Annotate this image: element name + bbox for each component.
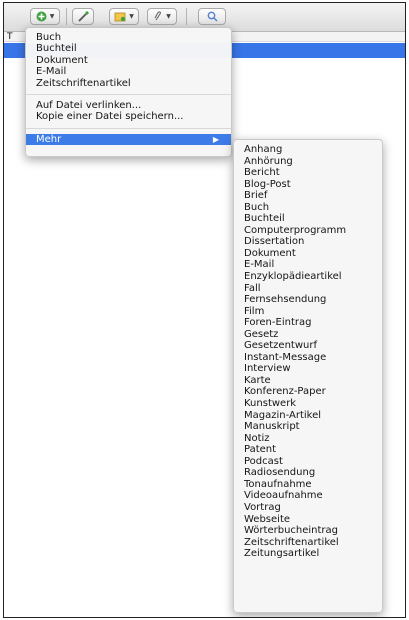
add-attachment-button[interactable]: ▼: [147, 8, 177, 25]
submenu-item[interactable]: Manuskript: [234, 421, 382, 433]
submenu-item[interactable]: Webseite: [234, 514, 382, 526]
submenu-arrow-icon: ▶: [212, 134, 219, 144]
chevron-down-icon: ▼: [129, 12, 134, 20]
submenu-item[interactable]: Computerprogramm: [234, 225, 382, 237]
new-note-button[interactable]: ▼: [109, 8, 139, 25]
submenu-item[interactable]: Magazin-Artikel: [234, 410, 382, 422]
submenu-item[interactable]: Notiz: [234, 433, 382, 445]
submenu-item[interactable]: Fall: [234, 283, 382, 295]
submenu-item[interactable]: Konferenz-Paper: [234, 386, 382, 398]
submenu-item[interactable]: Fernsehsendung: [234, 294, 382, 306]
menu-item-mehr[interactable]: Mehr ▶: [26, 133, 231, 146]
add-circle-icon: [36, 11, 47, 22]
submenu-item[interactable]: Interview: [234, 363, 382, 375]
submenu-item[interactable]: Gesetz: [234, 329, 382, 341]
submenu-item[interactable]: Film: [234, 306, 382, 318]
submenu-item[interactable]: Dokument: [234, 248, 382, 260]
submenu-item[interactable]: Anhörung: [234, 156, 382, 168]
submenu-item[interactable]: Karte: [234, 375, 382, 387]
menu-item-store-file-copy[interactable]: Kopie einer Datei speichern...: [26, 111, 231, 122]
menu-item-buch[interactable]: Buch: [26, 32, 231, 43]
new-item-button[interactable]: ▼: [30, 8, 60, 25]
magic-wand-icon: [77, 11, 89, 22]
submenu-item[interactable]: Gesetzentwurf: [234, 340, 382, 352]
submenu-item[interactable]: Patent: [234, 444, 382, 456]
chevron-down-icon: ▼: [166, 12, 171, 20]
submenu-item[interactable]: Anhang: [234, 144, 382, 156]
submenu-item[interactable]: E-Mail: [234, 259, 382, 271]
search-icon: [207, 11, 217, 22]
menu-item-zeitschriftenartikel[interactable]: Zeitschriftenartikel: [26, 78, 231, 89]
submenu-item[interactable]: Kunstwerk: [234, 398, 382, 410]
add-by-identifier-button[interactable]: [72, 8, 94, 25]
note-icon: [114, 12, 126, 21]
submenu-item[interactable]: Videoaufnahme: [234, 490, 382, 502]
submenu-item[interactable]: Instant-Message: [234, 352, 382, 364]
submenu-item[interactable]: Vortrag: [234, 502, 382, 514]
menu-item-dokument[interactable]: Dokument: [26, 55, 231, 66]
search-button[interactable]: [198, 8, 226, 25]
submenu-item[interactable]: Radiosendung: [234, 467, 382, 479]
toolbar-separator: [66, 8, 67, 25]
submenu-item[interactable]: Podcast: [234, 456, 382, 468]
toolbar-separator: [186, 8, 187, 25]
more-submenu: Anhang Anhörung Bericht Blog-Post Brief Buch B…: [233, 139, 383, 613]
submenu-item[interactable]: Foren-Eintrag: [234, 317, 382, 329]
menu-item-link-file[interactable]: Auf Datei verlinken...: [26, 100, 231, 111]
submenu-item[interactable]: Buchteil: [234, 213, 382, 225]
submenu-item[interactable]: Enzyklopädieartikel: [234, 271, 382, 283]
menu-separator: [26, 93, 231, 95]
new-item-menu: Buch Buchteil Dokument E-Mail Zeitschrif…: [25, 27, 232, 157]
submenu-item[interactable]: Wörterbucheintrag: [234, 525, 382, 537]
menu-item-buchteil[interactable]: Buchteil: [26, 43, 231, 54]
chevron-down-icon: ▼: [49, 12, 55, 20]
submenu-item[interactable]: Zeitschriftenartikel: [234, 537, 382, 549]
menu-separator: [26, 127, 231, 129]
column-header-title: T: [7, 32, 13, 42]
menu-item-e-mail[interactable]: E-Mail: [26, 66, 231, 77]
submenu-item[interactable]: Buch: [234, 202, 382, 214]
submenu-item[interactable]: Zeitungsartikel: [234, 548, 382, 560]
submenu-item[interactable]: Dissertation: [234, 236, 382, 248]
submenu-item[interactable]: Brief: [234, 190, 382, 202]
submenu-item[interactable]: Tonaufnahme: [234, 479, 382, 491]
paperclip-icon: [154, 11, 162, 21]
submenu-item[interactable]: Bericht: [234, 167, 382, 179]
app-window: ▼ ▼ ▼ T Buch Buchteil Dokument E-Mail Ze…: [3, 2, 406, 618]
menu-item-mehr-label: Mehr: [36, 133, 62, 145]
submenu-item[interactable]: Blog-Post: [234, 179, 382, 191]
